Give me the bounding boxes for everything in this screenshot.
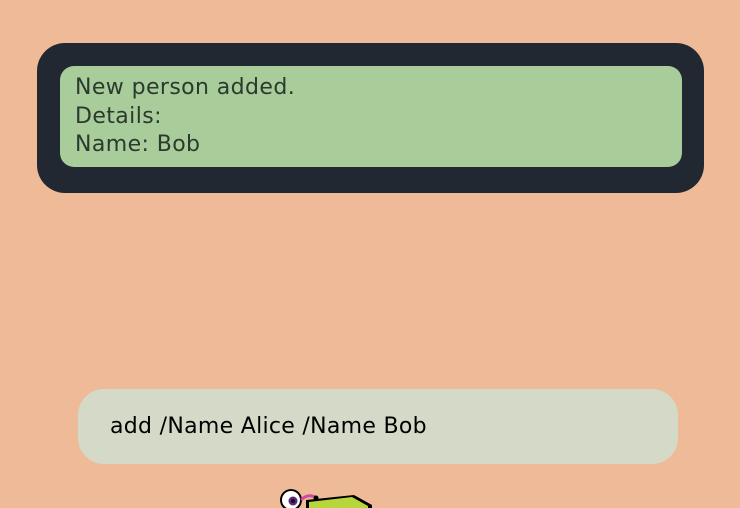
result-line-status: New person added. xyxy=(75,75,296,100)
command-box[interactable] xyxy=(78,389,678,464)
command-input[interactable] xyxy=(110,414,646,439)
result-line-name: Name: Bob xyxy=(75,132,201,157)
mascot-icon xyxy=(276,486,376,508)
result-display: New person added. Details: Name: Bob xyxy=(60,66,682,167)
result-line-details: Details: xyxy=(75,103,162,129)
result-display-panel: New person added. Details: Name: Bob xyxy=(37,43,704,193)
